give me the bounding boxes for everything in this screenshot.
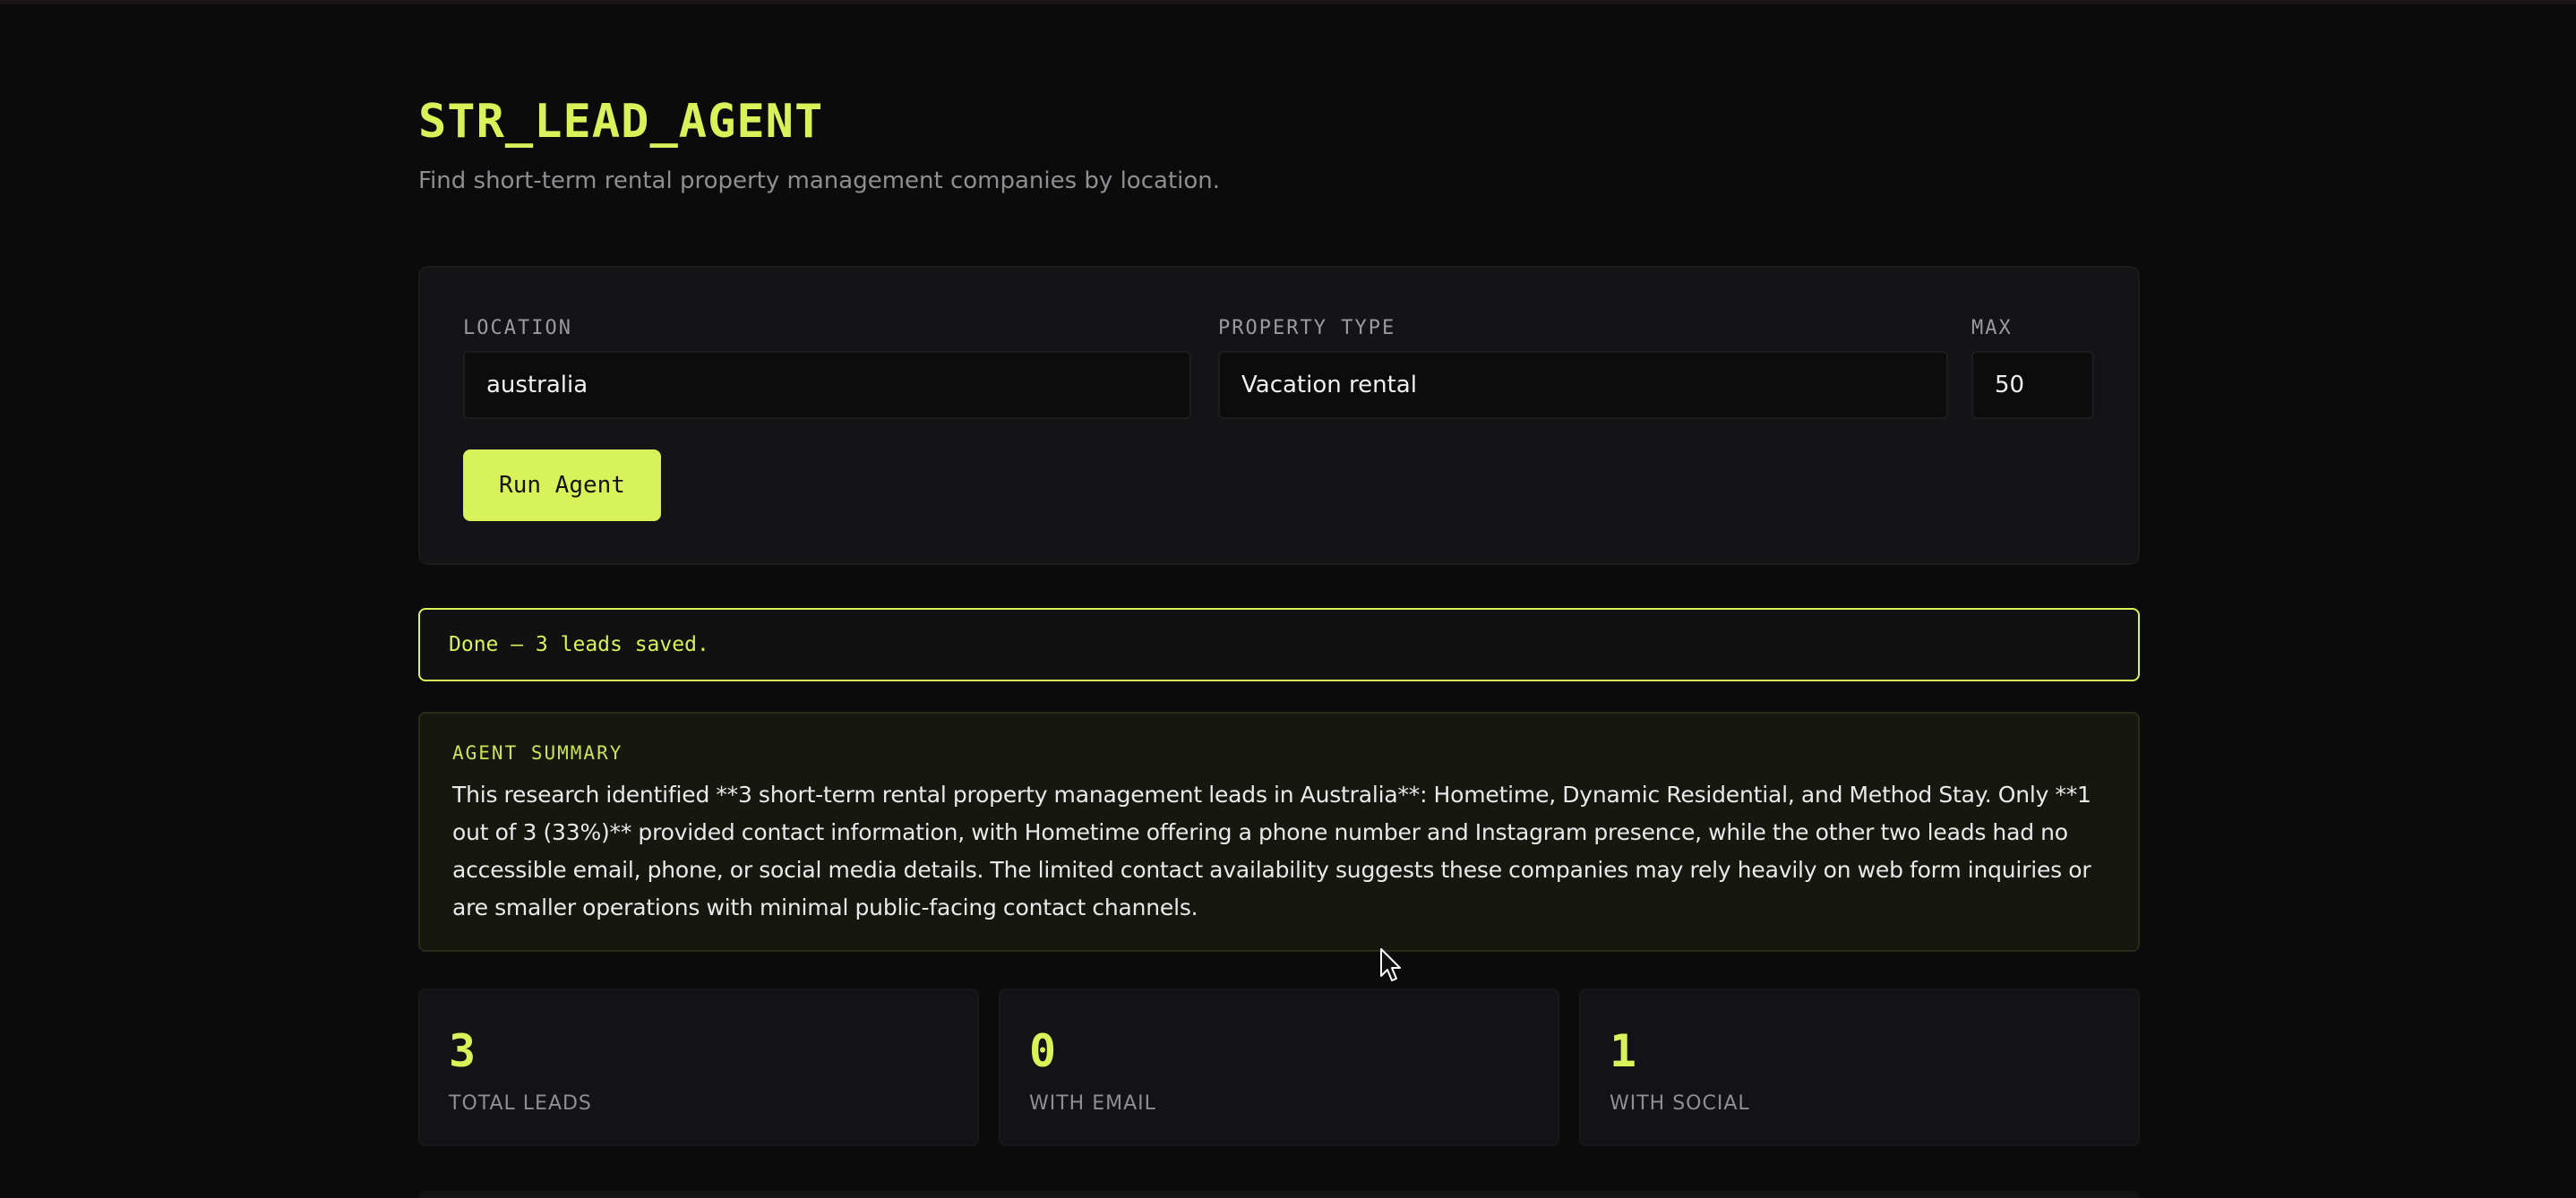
stat-card-with-email: 0 WITH EMAIL — [999, 988, 1559, 1146]
status-banner: Done — 3 leads saved. — [418, 608, 2140, 681]
stat-value: 0 — [1029, 1025, 1057, 1077]
stat-value: 3 — [449, 1025, 477, 1077]
max-label: MAX — [1971, 317, 2013, 339]
location-label: LOCATION — [463, 317, 572, 339]
max-input[interactable] — [1971, 351, 2094, 419]
stat-card-total-leads: 3 TOTAL LEADS — [418, 988, 979, 1146]
window-top-edge — [0, 0, 2576, 4]
agent-summary-card: AGENT SUMMARY This research identified *… — [418, 712, 2140, 952]
property-type-input[interactable] — [1218, 351, 1948, 419]
stat-label: WITH EMAIL — [1029, 1092, 1156, 1115]
agent-summary-label: AGENT SUMMARY — [452, 742, 623, 764]
location-input[interactable] — [463, 351, 1191, 419]
page-title: STR_LEAD_AGENT — [418, 95, 824, 149]
mouse-pointer-icon — [1380, 948, 1401, 981]
stat-value: 1 — [1610, 1025, 1637, 1077]
stat-card-with-social: 1 WITH SOCIAL — [1579, 988, 2140, 1146]
property-type-label: PROPERTY TYPE — [1218, 317, 1396, 339]
results-card-top — [418, 1191, 2140, 1198]
agent-summary-text: This research identified **3 short-term … — [452, 782, 2091, 920]
stat-label: TOTAL LEADS — [449, 1092, 592, 1115]
search-form-card: LOCATION PROPERTY TYPE MAX Run Agent — [418, 266, 2140, 565]
status-text: Done — 3 leads saved. — [449, 633, 709, 656]
run-agent-button[interactable]: Run Agent — [463, 449, 661, 521]
stat-label: WITH SOCIAL — [1610, 1092, 1750, 1115]
page-subtitle: Find short-term rental property manageme… — [418, 167, 1221, 194]
